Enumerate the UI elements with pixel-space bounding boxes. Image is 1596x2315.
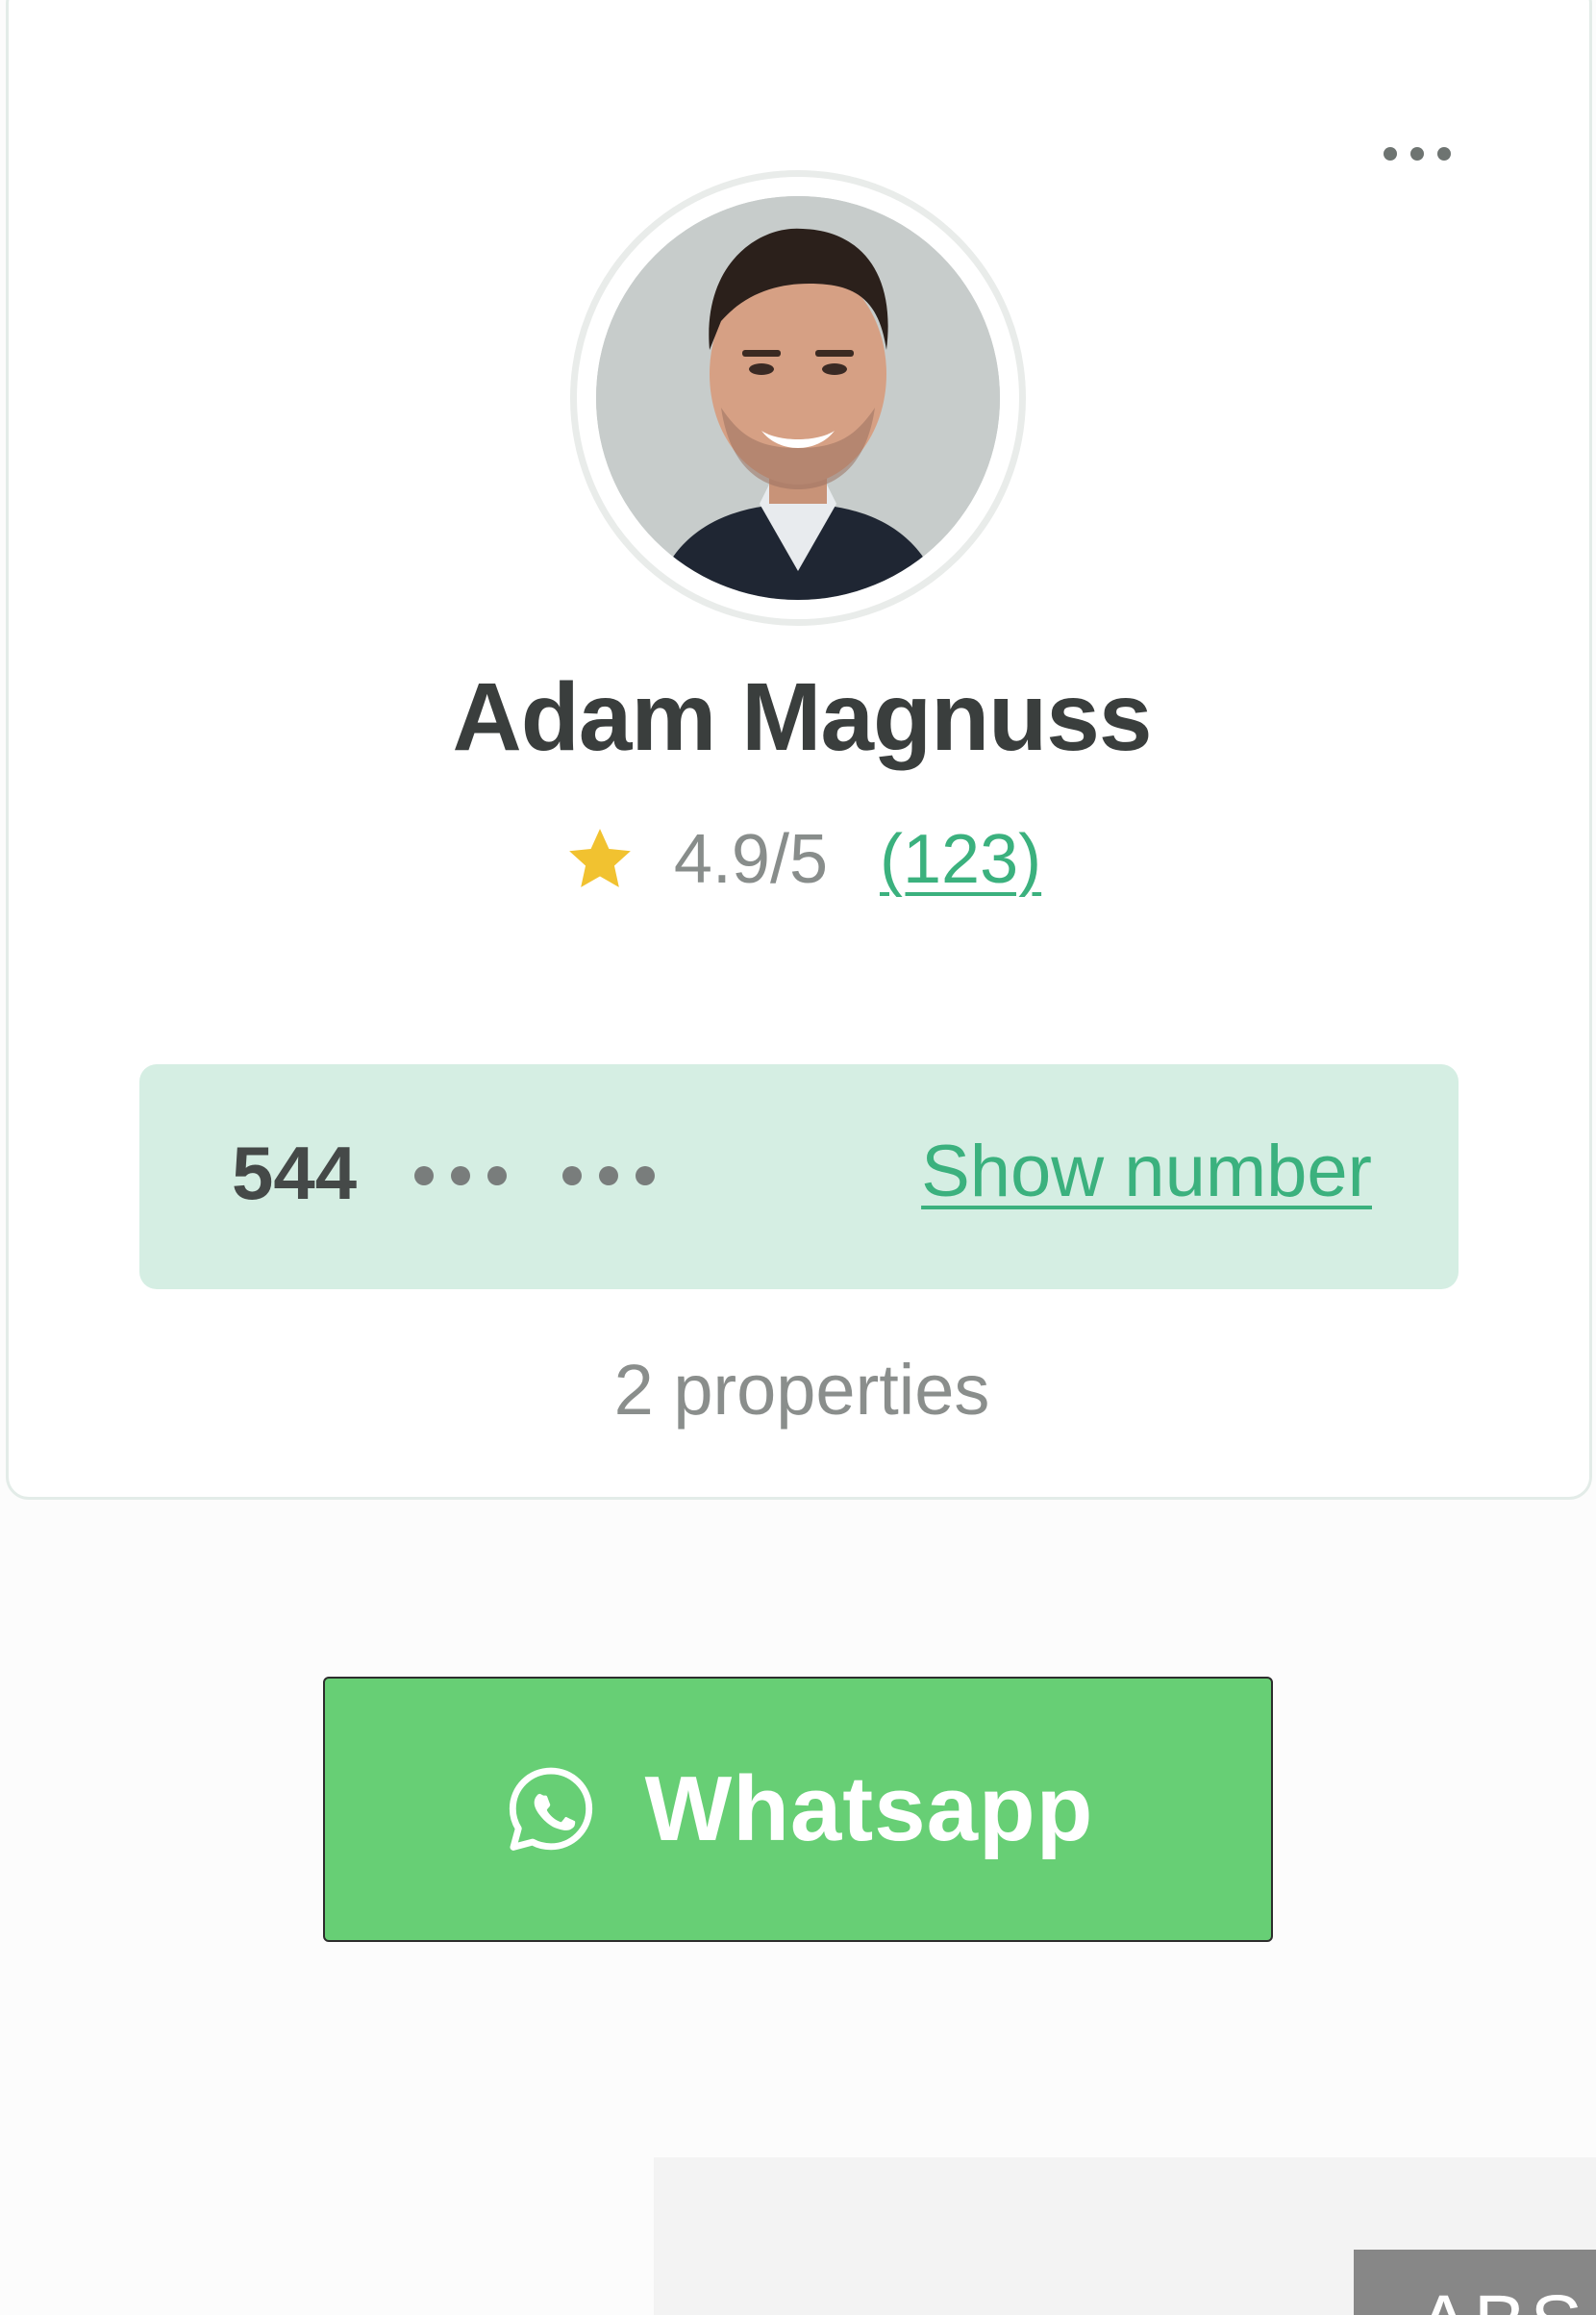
rating-row: 4.9/5 (123) <box>9 820 1589 899</box>
properties-count: 2 properties <box>613 1350 990 1430</box>
star-icon <box>569 829 631 887</box>
mask-dot <box>487 1166 507 1185</box>
whatsapp-label: Whatsapp <box>644 1757 1094 1860</box>
page: Adam Magnuss 4.9/5 (123) 544 Show number… <box>0 0 1596 2315</box>
whatsapp-button[interactable]: Whatsapp <box>323 1677 1273 1942</box>
mask-dot <box>451 1166 470 1185</box>
mask-dot <box>636 1166 655 1185</box>
reviews-link[interactable]: (123) <box>880 820 1041 899</box>
more-options-dot <box>1437 147 1451 161</box>
avatar[interactable] <box>596 196 1000 600</box>
agent-photo <box>596 196 1000 600</box>
rating-value: 4.9/5 <box>673 821 829 898</box>
more-options-dot <box>1410 147 1424 161</box>
agent-card: Adam Magnuss 4.9/5 (123) 544 Show number… <box>6 0 1592 1500</box>
bottom-tab-label: ABS <box>1417 2278 1586 2315</box>
more-options-icon <box>1384 147 1397 161</box>
agent-name: Adam Magnuss <box>452 663 1152 771</box>
bottom-tab[interactable]: ABS <box>1354 2250 1596 2315</box>
mask-dot <box>562 1166 582 1185</box>
phone-box: 544 Show number <box>139 1064 1459 1289</box>
phone-prefix: 544 <box>232 1131 358 1215</box>
whatsapp-icon <box>509 1767 592 1851</box>
phone-masked-digits <box>414 1147 655 1205</box>
mask-dot <box>414 1166 434 1185</box>
avatar-ring <box>570 170 1026 626</box>
more-options-button[interactable] <box>1364 137 1470 170</box>
show-number-link[interactable]: Show number <box>921 1130 1372 1213</box>
mask-dot <box>599 1166 618 1185</box>
